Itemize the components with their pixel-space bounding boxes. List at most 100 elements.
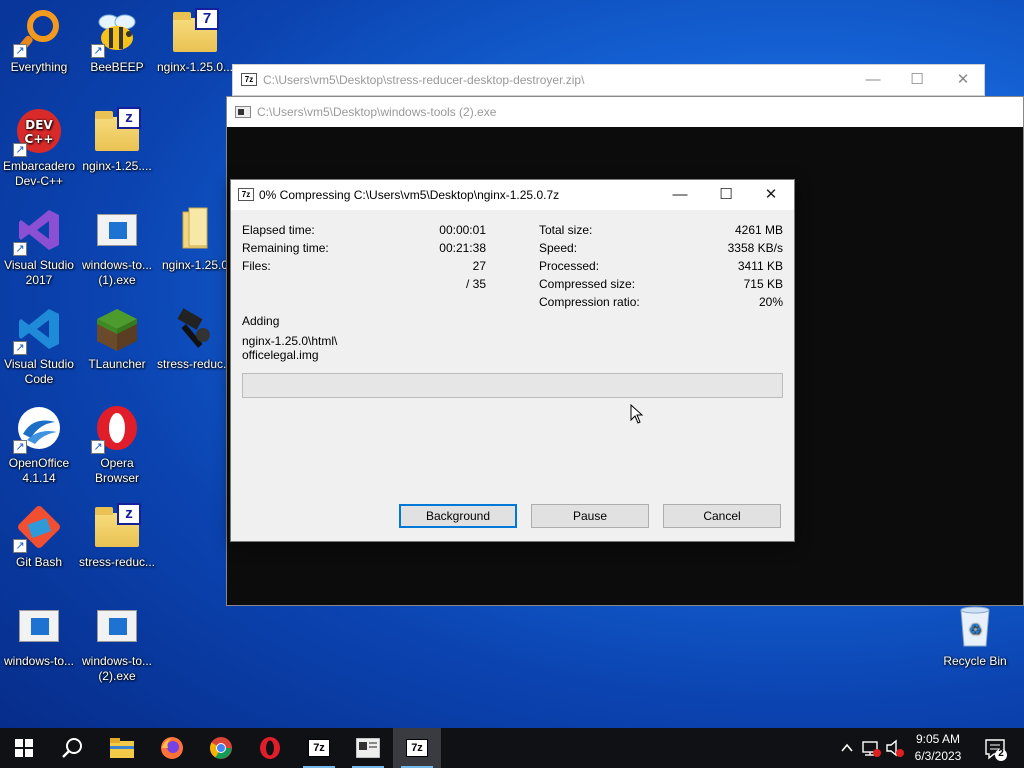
desktop-icon-nginx-7z[interactable]: 7 nginx-1.25.0... <box>156 4 234 96</box>
bee-icon: ↗ <box>91 8 141 58</box>
background-button[interactable]: Background <box>399 504 517 528</box>
desktop-icon-everything[interactable]: ↗ Everything <box>0 4 78 96</box>
desktop-icon-stress-reducer-zip[interactable]: z stress-reduc... <box>78 499 156 591</box>
chevron-up-icon <box>841 743 853 752</box>
desktop-icon-tlauncher[interactable]: TLauncher <box>78 301 156 393</box>
shortcut-arrow-icon: ↗ <box>91 44 105 58</box>
close-button[interactable]: ✕ <box>759 184 783 206</box>
volume-tray-button[interactable] <box>884 728 906 768</box>
window-title: C:\Users\vm5\Desktop\stress-reducer-desk… <box>263 73 585 87</box>
dialog-title: 0% Compressing C:\Users\vm5\Desktop\ngin… <box>259 188 560 202</box>
hammer-icon <box>171 305 219 353</box>
desktop-icon-nginx-folder[interactable]: nginx-1.25.0 <box>156 202 234 294</box>
vscode-icon: ↗ <box>13 305 63 355</box>
exe-window-icon <box>93 206 141 254</box>
total-size-value: 4261 MB <box>734 223 783 237</box>
chrome-icon <box>210 737 232 759</box>
taskbar-firefox[interactable] <box>148 728 196 768</box>
taskbar-7zip[interactable]: 7z <box>295 728 343 768</box>
maximize-button[interactable]: ☐ <box>905 69 929 91</box>
desktop-icon-opera[interactable]: ↗ Opera Browser <box>78 400 156 492</box>
shortcut-arrow-icon: ↗ <box>13 341 27 355</box>
7z-archive-folder-icon: 7 <box>171 8 219 56</box>
remaining-time-label: Remaining time: <box>242 241 329 255</box>
desktop-icon-openoffice[interactable]: ↗ OpenOffice 4.1.14 <box>0 400 78 492</box>
svg-text:DEV: DEV <box>25 118 53 132</box>
svg-text:C++: C++ <box>25 132 54 146</box>
clock-time: 9:05 AM <box>915 732 961 746</box>
compression-progress-dialog[interactable]: 7z 0% Compressing C:\Users\vm5\Desktop\n… <box>230 179 795 542</box>
action-label: Adding <box>242 314 280 328</box>
files-label: Files: <box>242 259 271 273</box>
console-app-icon <box>235 106 251 118</box>
opera-icon: ↗ <box>91 404 141 454</box>
dialog-title-bar[interactable]: 7z 0% Compressing C:\Users\vm5\Desktop\n… <box>231 180 794 210</box>
mouse-cursor-icon <box>630 404 644 424</box>
clock-date: 6/3/2023 <box>914 749 962 763</box>
speed-value: 3358 KB/s <box>727 241 783 255</box>
desktop-icon-beebeep[interactable]: ↗ BeeBEEP <box>78 4 156 96</box>
desktop-icon-windows-tools-1[interactable]: windows-to... (1).exe <box>78 202 156 294</box>
minimize-button[interactable]: — <box>861 69 885 91</box>
desktop-icon-git-bash[interactable]: ↗ Git Bash <box>0 499 78 591</box>
minecraft-block-icon <box>93 305 141 353</box>
taskbar-console-app[interactable] <box>344 728 392 768</box>
files-value: 27 <box>472 259 486 273</box>
openoffice-icon: ↗ <box>13 404 63 454</box>
taskbar-7zip-active[interactable]: 7z <box>393 728 441 768</box>
desktop-icon-visual-studio[interactable]: ↗ Visual Studio 2017 <box>0 202 78 294</box>
window-title: C:\Users\vm5\Desktop\windows-tools (2).e… <box>257 105 497 119</box>
speed-label: Speed: <box>539 241 578 255</box>
close-button[interactable]: ✕ <box>951 69 975 91</box>
desktop-icon-vscode[interactable]: ↗ Visual Studio Code <box>0 301 78 393</box>
desktop-icon-windows-tools[interactable]: windows-to... <box>0 598 78 690</box>
progress-bar <box>242 373 783 398</box>
desktop-icon-recycle-bin[interactable]: ♻ Recycle Bin <box>936 598 1014 690</box>
shortcut-arrow-icon: ↗ <box>13 440 27 454</box>
taskbar-opera[interactable] <box>246 728 294 768</box>
opera-icon <box>260 737 280 759</box>
shortcut-arrow-icon: ↗ <box>13 539 27 553</box>
maximize-button[interactable]: ☐ <box>714 184 738 206</box>
network-tray-button[interactable] <box>860 728 882 768</box>
network-disconnected-icon <box>862 741 881 757</box>
desktop-icon-devcpp[interactable]: DEV C++ ↗ Embarcadero Dev-C++ <box>0 103 78 195</box>
desktop-icon-nginx-zip[interactable]: z nginx-1.25.... <box>78 103 156 195</box>
exe-window-icon <box>15 602 63 650</box>
search-icon <box>62 738 82 758</box>
minimize-button[interactable]: — <box>668 184 692 206</box>
shortcut-arrow-icon: ↗ <box>13 143 27 157</box>
files-total-value: / 35 <box>465 277 486 291</box>
start-icon <box>15 739 33 757</box>
compressed-size-label: Compressed size: <box>539 277 636 291</box>
taskbar-file-explorer[interactable] <box>98 728 146 768</box>
desktop-icon-windows-tools-2[interactable]: windows-to... (2).exe <box>78 598 156 690</box>
visual-studio-icon: ↗ <box>13 206 63 256</box>
archive-window[interactable]: 7z C:\Users\vm5\Desktop\stress-reducer-d… <box>232 64 985 96</box>
notification-count-badge: 2 <box>998 748 1004 759</box>
console-app-icon <box>356 738 380 758</box>
show-hidden-icons-button[interactable] <box>838 728 856 768</box>
7zip-icon: 7z <box>308 739 330 757</box>
compressed-size-value: 715 KB <box>743 277 783 291</box>
shortcut-arrow-icon: ↗ <box>13 44 27 58</box>
console-title-bar[interactable]: C:\Users\vm5\Desktop\windows-tools (2).e… <box>227 97 1023 127</box>
start-button[interactable] <box>0 728 48 768</box>
volume-muted-icon <box>886 739 904 757</box>
file-explorer-icon <box>110 738 134 758</box>
taskbar-chrome[interactable] <box>197 728 245 768</box>
desktop-icon-stress-reducer-exe[interactable]: stress-reduc... <box>156 301 234 393</box>
taskbar-clock[interactable]: 9:05 AM 6/3/2023 <box>908 731 968 765</box>
devcpp-icon: DEV C++ ↗ <box>13 107 63 157</box>
recycle-bin-icon: ♻ <box>951 602 999 650</box>
pause-button[interactable]: Pause <box>531 504 649 528</box>
everything-search-icon: ↗ <box>13 8 63 58</box>
compression-ratio-value: 20% <box>758 295 783 309</box>
folder-icon <box>171 206 219 254</box>
search-button[interactable] <box>48 728 96 768</box>
elapsed-time-label: Elapsed time: <box>242 223 315 237</box>
elapsed-time-value: 00:00:01 <box>439 223 486 237</box>
cancel-button[interactable]: Cancel <box>663 504 781 528</box>
taskbar: 7z 7z 9:05 AM 6/3/2023 2 <box>0 728 1024 768</box>
action-center-button[interactable]: 2 <box>980 728 1010 768</box>
